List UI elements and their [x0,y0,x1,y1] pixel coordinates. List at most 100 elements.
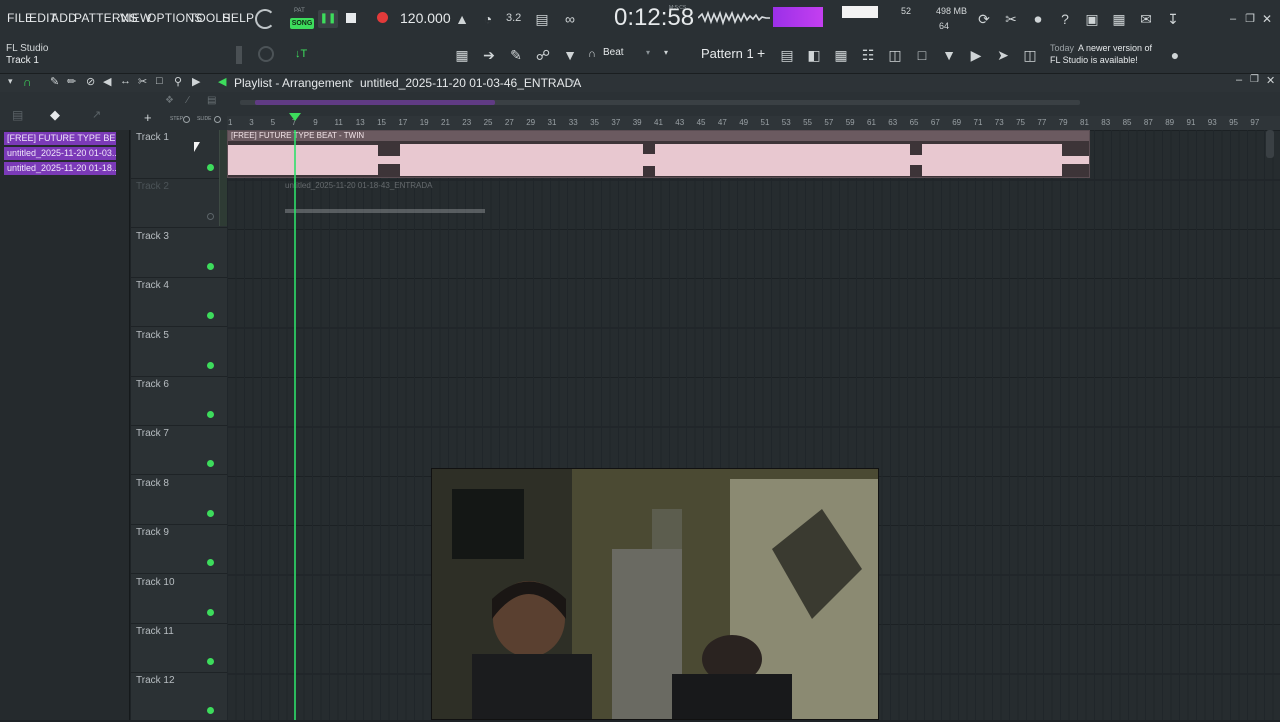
news-line-2[interactable]: FL Studio is available! [1050,55,1138,65]
track-mute-led[interactable] [207,608,214,616]
track-header-6[interactable]: Track 6 [131,377,227,426]
audio-clip-beat[interactable]: [FREE] FUTURE TYPE BEAT - TWIN [227,130,1090,178]
piano-roll-window-icon[interactable]: ▦ [832,46,850,64]
zoom-height-icon[interactable]: ❖ [165,95,174,106]
picker-clip-entrada-1[interactable]: untitled_2025-11-20 01-03... [4,147,116,160]
piano-roll-icon[interactable]: ▦ [453,46,471,64]
select-tool-icon[interactable]: □ [156,75,163,87]
stop-button[interactable] [346,13,356,23]
cut-icon[interactable]: ✂ [1002,10,1020,28]
globe-icon[interactable]: ● [1166,46,1184,64]
mute-tool-icon[interactable]: ◀ [103,75,111,88]
playhead-marker-icon[interactable] [289,113,301,121]
slice-tool-icon[interactable]: ✂ [138,75,147,88]
pitch-slider[interactable] [236,46,242,64]
playlist-title[interactable]: Playlist - Arrangement [234,76,351,90]
project-icon[interactable]: □ [913,46,931,64]
track-mute-led[interactable] [207,411,214,418]
layout-icon[interactable]: ▤ [207,95,216,106]
track-mute-led[interactable] [207,213,214,221]
playlist-close-icon[interactable]: ✕ [1266,74,1275,87]
playlist-minimize-icon[interactable]: – [1236,74,1242,86]
track-header-9[interactable]: Track 9 [131,525,227,575]
track-header-12[interactable]: Track 12 [131,673,227,722]
pattern-selector[interactable]: Pattern 1 [701,46,754,61]
news-line-1[interactable]: A newer version of [1078,43,1152,53]
track-mute-led[interactable] [207,460,214,468]
track-mute-led[interactable] [207,262,214,270]
blend-notes-icon[interactable]: ▤ [533,10,551,28]
plugin-icon[interactable]: ▼ [940,46,958,64]
tune-icon[interactable]: ↓T [295,48,307,60]
picker-clip-beat[interactable]: [FREE] FUTURE TYPE BE... [4,132,116,145]
track-header-3[interactable]: Track 3 [131,229,227,278]
pattern-dropdown-icon[interactable]: ▾ [664,48,668,57]
mixer-icon[interactable]: ☷ [859,46,877,64]
zoom-tool-icon[interactable]: ⚲ [174,75,182,88]
track-header-8[interactable]: Track 8 [131,476,227,525]
slip-tool-icon[interactable]: ↔ [120,75,131,87]
delete-tool-icon[interactable]: ⊘ [86,75,95,88]
slide-label[interactable]: SLIDE [197,116,211,122]
browser-icon[interactable]: ◫ [886,46,904,64]
track-header-10[interactable]: Track 10 [131,575,227,624]
selection-range-bar[interactable] [255,100,495,105]
track-mute-led[interactable] [207,509,214,517]
restore-icon[interactable]: ❐ [1241,10,1259,28]
cart-icon[interactable]: ◫ [1021,46,1039,64]
link-icon[interactable]: ☍ [534,46,552,64]
stamp-icon[interactable]: ▼ [561,46,579,64]
add-track-icon[interactable]: + [144,110,152,125]
arrow-right-icon[interactable]: ➔ [480,46,498,64]
record-button[interactable] [377,12,388,23]
track-mute-led[interactable] [207,361,214,369]
channel-rack-icon[interactable]: ◧ [805,46,823,64]
slide-radio[interactable] [214,116,221,123]
snap-dropdown-icon[interactable]: ▾ [646,48,650,57]
track-header-7[interactable]: Track 7 [131,426,227,476]
video-icon[interactable]: ➤ [994,46,1012,64]
track-mute-led[interactable] [207,707,214,715]
playlist-menu-icon[interactable]: ▾ [8,76,13,87]
playback-tool-icon[interactable]: ▶ [192,75,200,88]
track-header-1[interactable]: Track 1 [131,130,227,179]
audio-clip-entrada[interactable]: untitled_2025-11-20 01-18-43_ENTRADA [285,179,485,219]
project-name[interactable]: untitled_2025-11-20 01-03-46_ENTRADA [360,76,581,90]
pause-button[interactable]: ❚❚ [318,10,338,28]
track-mute-led[interactable] [207,312,214,320]
paint-tool-icon[interactable]: ✏ [67,75,76,88]
minimize-icon[interactable]: – [1224,10,1242,28]
picker-instrument-icon[interactable]: ▤ [12,108,23,122]
tempo-display[interactable]: 120.000 [400,10,451,26]
vertical-scrollbar[interactable] [1266,130,1274,158]
render-icon[interactable]: ▦ [1110,10,1128,28]
save-icon[interactable]: ▣ [1083,10,1101,28]
draw-icon[interactable]: ✎ [507,46,525,64]
magnet-snap-icon[interactable]: ∩ [23,75,32,89]
playlist-maximize-icon[interactable]: ❐ [1250,74,1259,85]
wait-input-icon[interactable]: ◔ [479,10,497,28]
download-icon[interactable]: ↧ [1164,10,1182,28]
pencil-tool-icon[interactable]: ✎ [50,75,59,88]
step-radio[interactable] [183,116,190,123]
chat-icon[interactable]: ✉ [1137,10,1155,28]
playlist-icon[interactable]: ▤ [778,46,796,64]
loop-record-icon[interactable]: ∞ [561,10,579,28]
track-header-4[interactable]: Track 4 [131,278,227,328]
step-label[interactable]: STEP [170,116,183,122]
refresh-icon[interactable]: ⟳ [975,10,993,28]
project-dropdown-icon[interactable]: ▾ [570,77,575,88]
playhead[interactable] [294,130,296,720]
microphone-icon[interactable]: ⏺ [1029,10,1047,28]
tempo-tap-icon[interactable]: ▶ [967,46,985,64]
track-header-5[interactable]: Track 5 [131,328,227,377]
master-volume-knob[interactable] [255,9,275,29]
add-pattern-icon[interactable]: + [757,45,765,61]
pitch-knob[interactable] [258,46,274,62]
help-icon[interactable]: ? [1056,10,1074,28]
track-mute-led[interactable] [207,164,214,171]
step-value[interactable]: 3.2 [506,12,521,24]
snap-select[interactable]: Beat [603,47,624,58]
track-header-11[interactable]: Track 11 [131,624,227,673]
picker-audio-icon[interactable]: ◆ [50,107,60,123]
